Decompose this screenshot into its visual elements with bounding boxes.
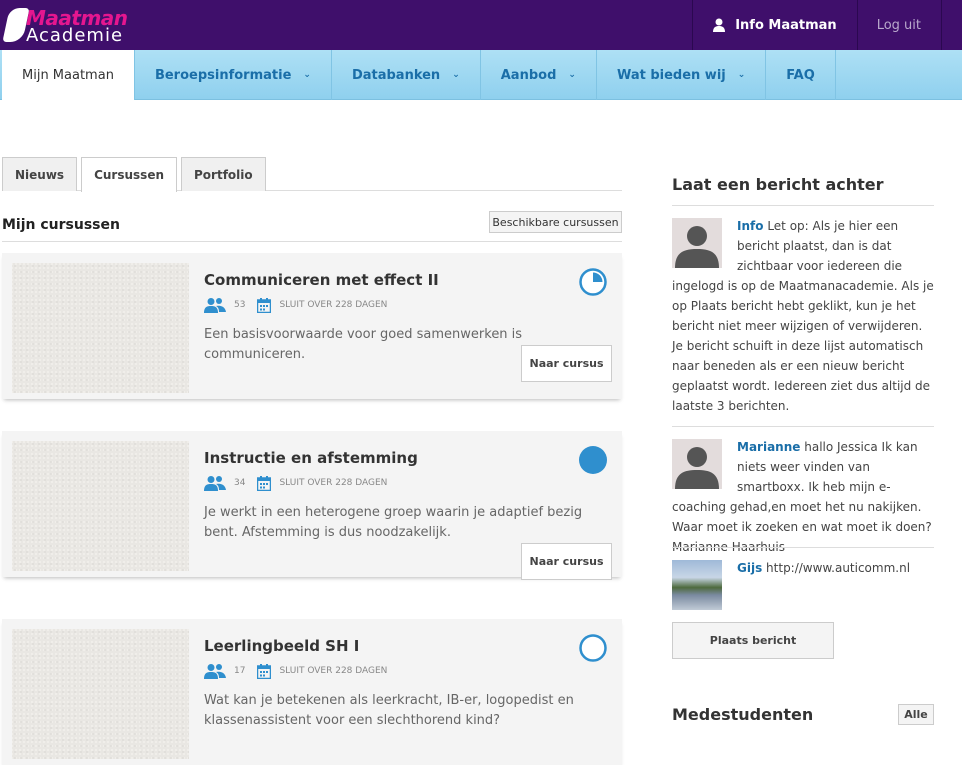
avatar xyxy=(672,439,722,489)
course-deadline: SLUIT OVER 228 DAGEN xyxy=(279,478,388,488)
nav-databanken[interactable]: Databanken ⌄ xyxy=(332,50,481,100)
calendar-icon xyxy=(257,475,272,491)
nav-label: Wat bieden wij xyxy=(616,67,726,83)
nav-label: Aanbod xyxy=(500,67,557,83)
participant-count: 34 xyxy=(234,478,246,488)
course-card: Communiceren met effect II 53 SLUIT OVER… xyxy=(2,253,622,399)
chevron-down-icon: ⌄ xyxy=(737,70,746,80)
message-author[interactable]: Gijs xyxy=(737,561,762,575)
main-navigation: Mijn Maatman Beroepsinformatie ⌄ Databank… xyxy=(0,50,962,100)
default-avatar-icon xyxy=(675,447,719,489)
message-author[interactable]: Marianne xyxy=(737,440,800,454)
tab-nieuws[interactable]: Nieuws xyxy=(2,157,78,191)
user-icon xyxy=(713,18,726,32)
open-course-button[interactable]: Naar cursus xyxy=(521,345,612,382)
course-deadline: SLUIT OVER 228 DAGEN xyxy=(279,666,388,676)
progress-indicator xyxy=(579,268,607,296)
divider xyxy=(672,426,934,427)
divider xyxy=(672,205,934,206)
open-course-button[interactable]: Naar cursus xyxy=(521,543,612,580)
nav-aanbod[interactable]: Aanbod ⌄ xyxy=(481,50,597,100)
course-thumbnail[interactable] xyxy=(12,629,189,759)
course-title[interactable]: Leerlingbeeld SH I xyxy=(204,637,359,655)
nav-label: Mijn Maatman xyxy=(22,67,114,83)
logout-link[interactable]: Log uit xyxy=(856,0,942,50)
nav-label: FAQ xyxy=(786,67,815,83)
course-card: Leerlingbeeld SH I 17 SLUIT OVER 228 DAG… xyxy=(2,619,622,765)
participant-count: 53 xyxy=(234,300,246,310)
course-deadline: SLUIT OVER 228 DAGEN xyxy=(279,300,388,310)
avatar xyxy=(672,560,722,610)
participants-icon xyxy=(204,476,226,491)
nav-faq[interactable]: FAQ xyxy=(766,50,836,100)
default-avatar-icon xyxy=(675,226,719,268)
chevron-down-icon: ⌄ xyxy=(303,70,311,80)
divider xyxy=(2,241,622,242)
participant-count: 17 xyxy=(234,666,246,676)
all-students-button[interactable]: Alle xyxy=(898,704,934,725)
message-item: Marianne hallo Jessica Ik kan niets weer… xyxy=(672,437,934,557)
tab-portfolio[interactable]: Portfolio xyxy=(181,157,266,191)
message-board-title: Laat een bericht achter xyxy=(672,175,884,194)
top-right-menu: Info Maatman Log uit xyxy=(692,0,942,50)
calendar-icon xyxy=(257,663,272,679)
course-card: Instructie en afstemming 34 SLUIT OVER 2… xyxy=(2,431,622,580)
message-author[interactable]: Info xyxy=(737,219,763,233)
course-meta: 34 SLUIT OVER 228 DAGEN xyxy=(204,475,387,491)
content-tabs: Nieuws Cursussen Portfolio xyxy=(2,157,622,192)
available-courses-button[interactable]: Beschikbare cursussen xyxy=(489,211,622,233)
place-message-button[interactable]: Plaats bericht xyxy=(672,622,834,659)
nav-label: Databanken xyxy=(351,67,441,83)
calendar-icon xyxy=(257,297,272,313)
participants-icon xyxy=(204,664,226,679)
message-text: http://www.auticomm.nl xyxy=(766,561,911,575)
course-meta: 17 SLUIT OVER 228 DAGEN xyxy=(204,663,387,679)
tab-cursussen[interactable]: Cursussen xyxy=(81,157,177,192)
fellow-students-title: Medestudenten xyxy=(672,705,814,724)
message-item: Gijs http://www.auticomm.nl xyxy=(672,558,934,614)
user-menu-link[interactable]: Info Maatman xyxy=(692,0,856,50)
course-title[interactable]: Communiceren met effect II xyxy=(204,271,439,289)
avatar xyxy=(672,218,722,268)
course-description: Je werkt in een heterogene groep waarin … xyxy=(204,505,583,540)
chevron-down-icon: ⌄ xyxy=(568,70,576,80)
user-name: Info Maatman xyxy=(735,17,837,33)
nav-mijn-maatman[interactable]: Mijn Maatman xyxy=(2,50,135,100)
logo-line2: Academie xyxy=(26,25,124,46)
participants-icon xyxy=(204,298,226,313)
message-item: Info Let op: Als je hier een bericht pla… xyxy=(672,216,934,416)
course-description: Wat kan je betekenen als leerkracht, IB-… xyxy=(204,693,574,728)
course-thumbnail[interactable] xyxy=(12,263,189,393)
progress-indicator xyxy=(579,446,607,474)
course-meta: 53 SLUIT OVER 228 DAGEN xyxy=(204,297,387,313)
course-thumbnail[interactable] xyxy=(12,441,189,571)
progress-indicator xyxy=(579,634,607,662)
course-title[interactable]: Instructie en afstemming xyxy=(204,449,418,467)
nav-wat-bieden-wij[interactable]: Wat bieden wij ⌄ xyxy=(597,50,767,100)
divider xyxy=(672,547,934,548)
top-bar: Maatman Academie Info Maatman Log uit xyxy=(0,0,962,50)
chevron-down-icon: ⌄ xyxy=(452,70,460,80)
nav-label: Beroepsinformatie xyxy=(154,67,292,83)
nav-beroepsinformatie[interactable]: Beroepsinformatie ⌄ xyxy=(135,50,332,100)
maatman-logo[interactable]: Maatman Academie xyxy=(2,6,130,46)
section-title: Mijn cursussen xyxy=(2,217,120,233)
